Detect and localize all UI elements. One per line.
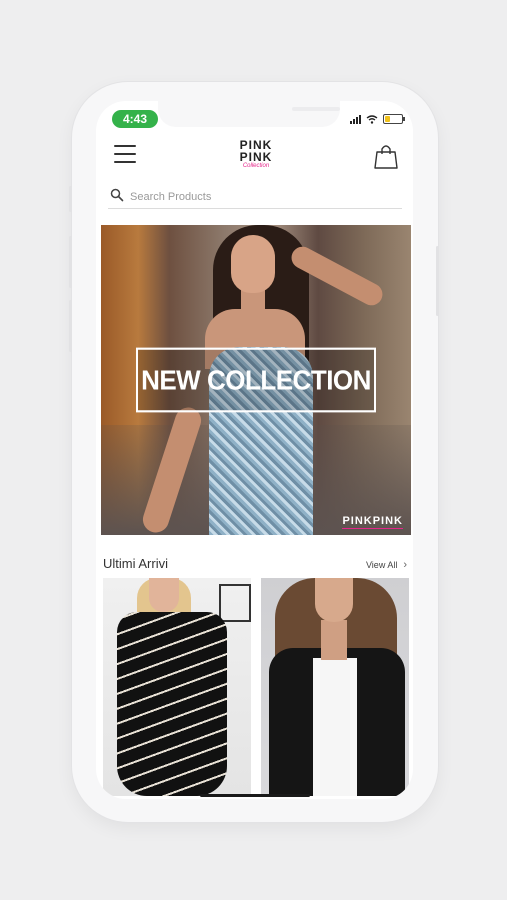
product-white-top <box>313 658 357 796</box>
product-card[interactable] <box>261 578 409 796</box>
logo-text: PINK PINK <box>239 138 273 164</box>
search-input[interactable] <box>128 186 392 208</box>
battery-icon <box>383 114 405 124</box>
product-card[interactable] <box>103 578 251 796</box>
hero-banner[interactable]: NEW COLLECTION PINKPINK <box>101 225 411 535</box>
volume-down-button <box>69 300 72 352</box>
silent-switch <box>69 186 72 212</box>
hero-model-face <box>231 235 275 293</box>
search-bar[interactable] <box>108 186 402 209</box>
home-indicator[interactable] <box>200 794 310 797</box>
hero-watermark-logo: PINKPINK <box>342 515 403 529</box>
app-screen: 4:43 PINK PINK Collection Search Product… <box>96 101 413 799</box>
section-title: Ultimi Arrivi <box>103 556 168 571</box>
menu-icon[interactable] <box>114 145 136 163</box>
search-icon <box>110 188 124 202</box>
product-model-face <box>315 578 353 622</box>
app-header: PINK PINK Collection <box>96 137 413 177</box>
wall-frame <box>219 584 251 622</box>
volume-up-button <box>69 236 72 288</box>
signal-icon <box>350 114 361 124</box>
status-icons <box>350 114 405 124</box>
status-time: 4:43 <box>112 110 158 128</box>
product-model-neck <box>321 620 347 660</box>
shopping-bag-icon[interactable] <box>374 143 398 169</box>
product-chain-print-dress <box>117 612 227 796</box>
hero-title: NEW COLLECTION <box>136 347 376 413</box>
brand-logo[interactable]: PINK PINK Collection <box>226 139 286 173</box>
section-header: Ultimi Arrivi View All › <box>103 556 409 574</box>
chevron-right-icon: › <box>403 559 407 571</box>
wifi-icon <box>366 114 378 124</box>
product-model-face <box>149 578 179 612</box>
hero-watermark-text: PINKPINK <box>342 515 403 527</box>
logo-subtitle: Collection <box>242 163 270 169</box>
view-all-label: View All <box>365 560 398 570</box>
notch <box>158 101 340 127</box>
power-button <box>436 246 439 316</box>
view-all-link[interactable]: View All › <box>366 559 407 571</box>
speaker <box>292 107 340 111</box>
